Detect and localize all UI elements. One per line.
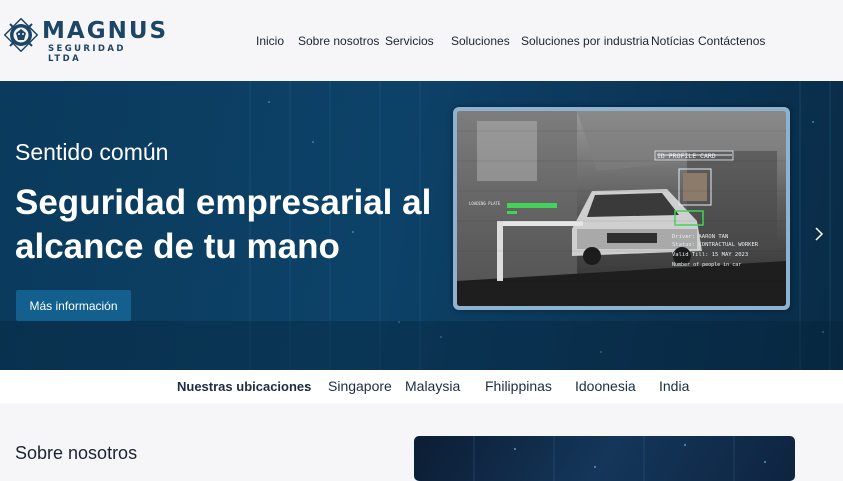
location-indonesia[interactable]: Idoonesia (575, 378, 636, 394)
site-header: MAGNUS SEGURIDAD LTDA Inicio Sobre nosot… (0, 0, 843, 81)
garage-scene-illustration (457, 111, 786, 306)
locations-label: Nuestras ubicaciones (177, 379, 312, 394)
about-image-pattern (473, 436, 766, 481)
nav-item-servicios[interactable]: Servicios (385, 34, 434, 48)
hero-image-frame: ID PROFILE CARD LOADING PLATE Driver: AA… (453, 107, 790, 310)
location-singapore[interactable]: Singapore (328, 378, 392, 394)
locations-bar: Nuestras ubicaciones : Singapore Malaysi… (0, 370, 843, 403)
more-info-button[interactable]: Más información (16, 290, 131, 321)
hero-image: ID PROFILE CARD LOADING PLATE Driver: AA… (457, 111, 786, 306)
location-philippines[interactable]: Fhilippinas (485, 378, 552, 394)
nav-item-inicio[interactable]: Inicio (256, 34, 284, 48)
location-malaysia[interactable]: Malaysia (405, 378, 460, 394)
hero-banner: Sentido común Seguridad empresarial al a… (0, 81, 843, 370)
about-title: Sobre nosotros (15, 443, 138, 463)
about-section: Sobre nosotros (0, 403, 843, 481)
profile-card-label: ID PROFILE CARD (657, 152, 716, 160)
hero-title: Seguridad empresarial al alcance de tu m… (15, 183, 432, 266)
chevron-right-icon[interactable] (812, 224, 826, 244)
driver-text: Driver: AARON TAN (672, 234, 729, 240)
nav-item-noticias[interactable]: Notícias (651, 34, 694, 48)
nav-item-soluciones[interactable]: Soluciones (451, 34, 510, 48)
location-india[interactable]: India (659, 378, 689, 394)
people-text: Number of people in car (672, 262, 742, 268)
nav-item-contactenos[interactable]: Contáctenos (698, 34, 765, 48)
nav-item-soluciones-por-industria[interactable]: Soluciones por industria (521, 34, 649, 48)
status-text: Status: CONTRACTUAL WORKER (672, 242, 759, 248)
hero-eyebrow: Sentido común (15, 139, 169, 165)
about-image (414, 436, 795, 481)
locations-separator: : (304, 379, 309, 394)
valid-text: Valid Till: 15 MAY 2023 (672, 252, 749, 258)
nav-item-sobre-nosotros[interactable]: Sobre nosotros (298, 34, 379, 48)
loading-plate-label: LOADING PLATE (469, 201, 501, 206)
main-nav: Inicio Sobre nosotros Servicios Solucion… (0, 34, 843, 50)
